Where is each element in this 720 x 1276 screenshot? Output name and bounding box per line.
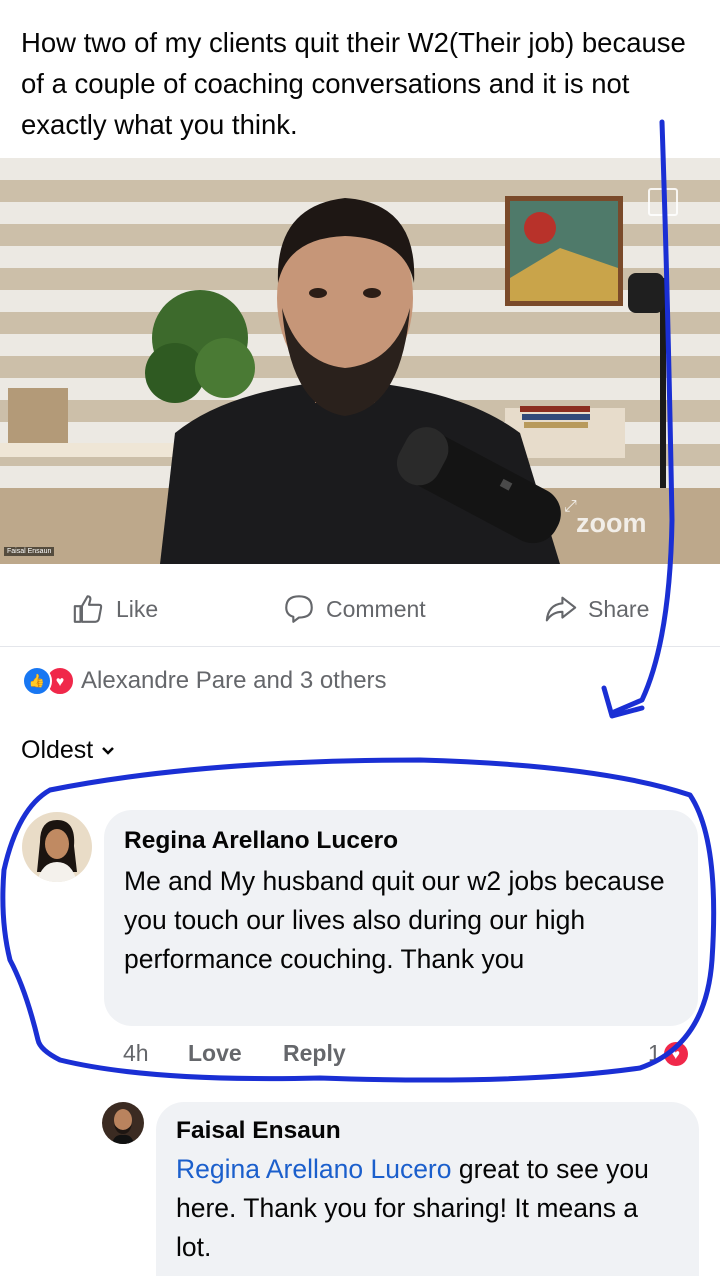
comment-label: Comment xyxy=(326,595,426,622)
reaction-count-number: 1 xyxy=(648,1040,661,1066)
share-icon xyxy=(545,596,577,622)
comment-text: Me and My husband quit our w2 jobs becau… xyxy=(124,866,665,974)
video-player[interactable] xyxy=(0,158,720,564)
avatar[interactable] xyxy=(102,1102,144,1144)
post-text: How two of my clients quit their W2(Thei… xyxy=(21,27,686,140)
zoom-logo: zoom xyxy=(576,508,647,538)
share-button[interactable]: Share xyxy=(544,592,649,626)
reply-bubble: Faisal Ensaun Regina Arellano Lucero gre… xyxy=(156,1102,699,1276)
comment-author[interactable]: Regina Arellano Lucero xyxy=(124,827,398,855)
comment-icon xyxy=(285,595,313,623)
avatar-image xyxy=(22,812,92,882)
fullscreen-icon[interactable]: ⤢ xyxy=(564,498,577,516)
reply-author[interactable]: Faisal Ensaun xyxy=(176,1117,341,1145)
like-icon: 👍 xyxy=(22,666,52,696)
reactions-text: Alexandre Pare and 3 others xyxy=(81,667,387,694)
reply-button[interactable]: Reply xyxy=(283,1040,346,1067)
reactions-summary[interactable]: 👍 ♥ Alexandre Pare and 3 others xyxy=(22,666,387,696)
post-action-bar: Like Comment Share xyxy=(0,564,720,647)
comment-sort-dropdown[interactable]: Oldest xyxy=(21,736,115,765)
comment-button[interactable]: Comment xyxy=(282,592,426,626)
reply-text: Regina Arellano Lucero great to see you … xyxy=(176,1150,676,1267)
chevron-down-icon xyxy=(102,746,115,755)
sort-label: Oldest xyxy=(21,736,94,764)
share-label: Share xyxy=(588,595,650,622)
like-label: Like xyxy=(116,595,159,622)
reaction-count[interactable]: 1 ♥ xyxy=(648,1040,688,1067)
avatar[interactable] xyxy=(22,812,92,882)
video-frame-image xyxy=(0,158,720,564)
love-reaction-button[interactable]: Love xyxy=(188,1040,242,1067)
comment-time[interactable]: 4h xyxy=(123,1040,149,1067)
love-icon: ♥ xyxy=(663,1041,688,1066)
like-button[interactable]: Like xyxy=(72,592,158,626)
speaker-name-label: Faisal Ensaun xyxy=(4,547,55,556)
avatar-image xyxy=(102,1102,144,1144)
thumbs-up-icon xyxy=(73,595,103,623)
comment-bubble: Regina Arellano Lucero Me and My husband… xyxy=(104,810,698,1026)
mention-link[interactable]: Regina Arellano Lucero xyxy=(176,1154,452,1184)
expand-icon[interactable] xyxy=(648,188,678,216)
